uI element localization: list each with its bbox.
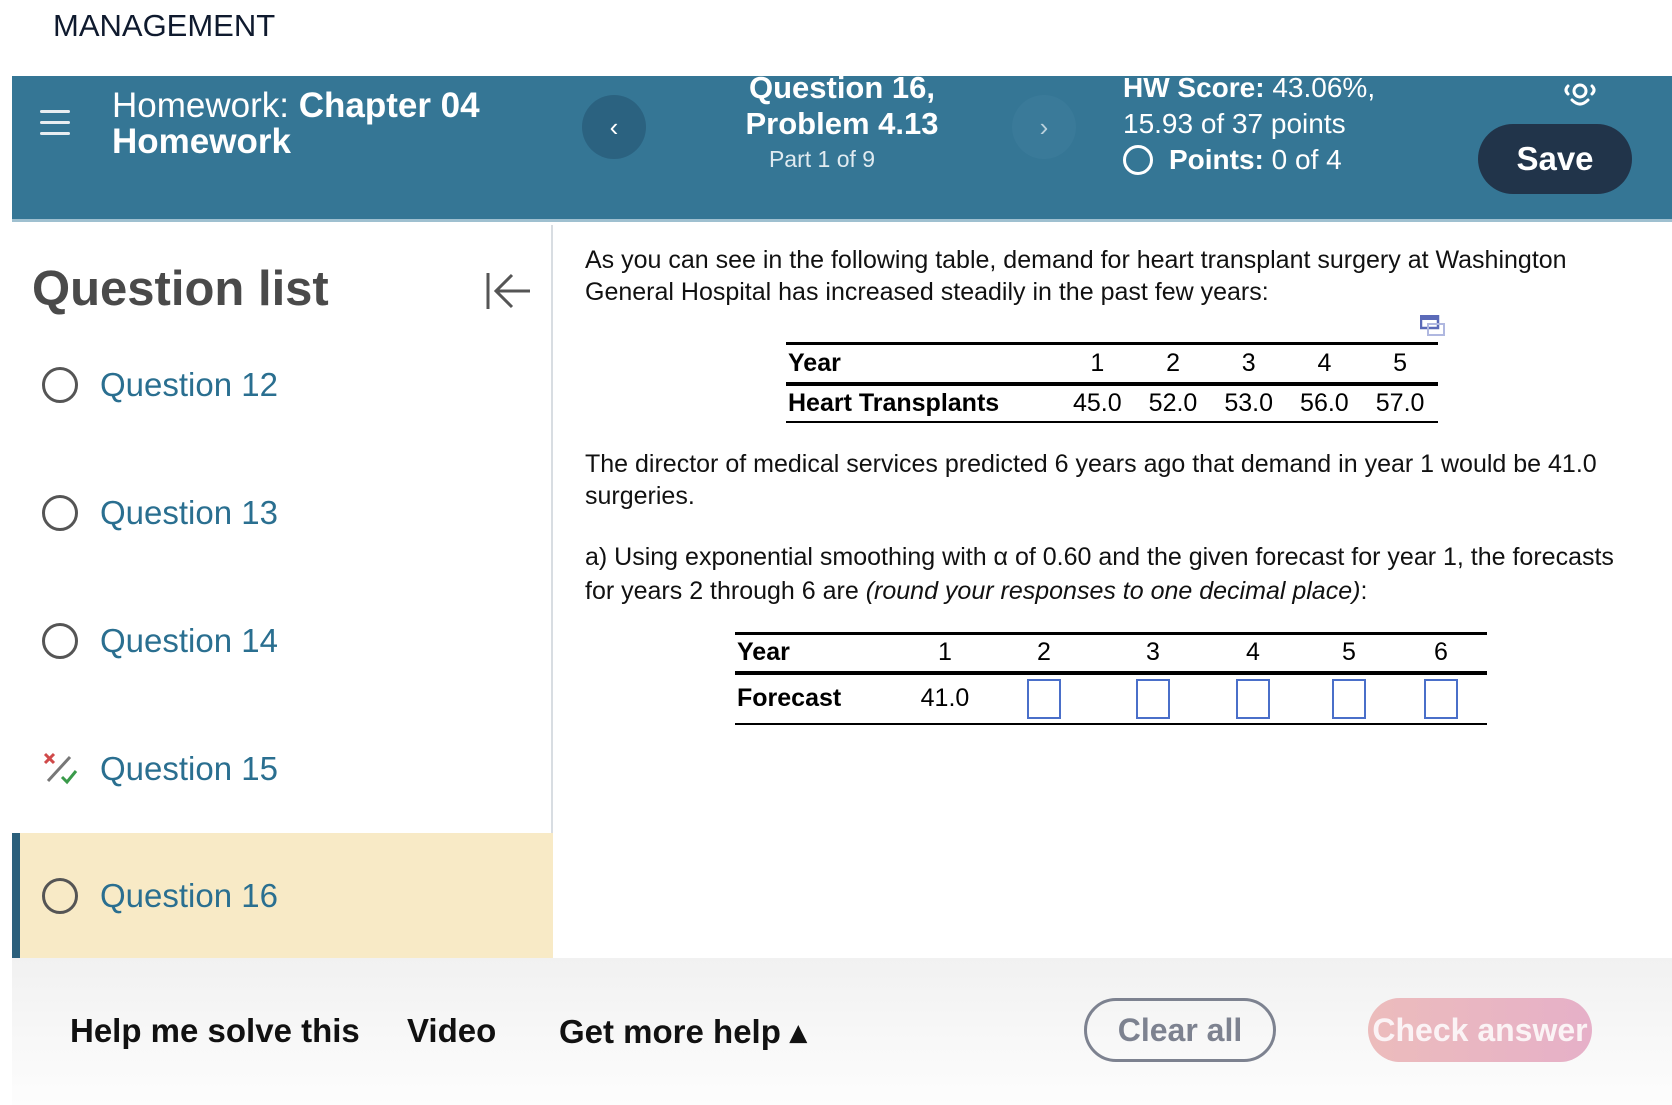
question-label: Question 14	[100, 622, 278, 659]
not-attempted-icon	[42, 495, 78, 531]
question-list-item-15[interactable]: Question 15	[12, 705, 553, 833]
year-cell: 3	[1146, 638, 1160, 667]
forecast-year1-value: 41.0	[920, 684, 970, 712]
points-status-icon	[1123, 145, 1153, 175]
year-cell: 2	[1166, 348, 1180, 377]
problem-number: Problem 4.13	[745, 106, 939, 141]
demand-value: 53.0	[1224, 388, 1274, 417]
clear-all-button[interactable]: Clear all	[1084, 998, 1276, 1062]
question-list-title: Question list	[32, 262, 329, 316]
homework-title: Homework: Chapter 04 Homework	[112, 88, 480, 160]
demand-value: 57.0	[1375, 388, 1425, 417]
settings-gear-icon[interactable]	[1562, 78, 1598, 108]
action-footer: Help me solve this Video Get more help ▴…	[12, 958, 1672, 1105]
year-header: Year	[788, 348, 841, 377]
year-cell: 5	[1393, 348, 1408, 377]
rounding-instruction: (round your responses to one decimal pla…	[865, 577, 1361, 605]
demand-value: 56.0	[1300, 388, 1349, 417]
table-row: Heart Transplants 45.0 52.0 53.0 56.0 57…	[786, 384, 1438, 422]
demand-value: 52.0	[1148, 388, 1198, 417]
question-label: Question 15	[100, 750, 278, 787]
question-intro: As you can see in the following table, d…	[585, 246, 1567, 306]
points-label: Points:	[1169, 144, 1264, 175]
hw-score-value: 43.06%,	[1272, 72, 1376, 103]
demand-value: 45.0	[1072, 388, 1122, 417]
question-list-item-13[interactable]: Question 13	[12, 449, 553, 577]
save-button[interactable]: Save	[1478, 124, 1632, 194]
help-me-solve-this-link[interactable]: Help me solve this	[70, 1012, 360, 1050]
year-cell: 6	[1434, 638, 1448, 667]
year-cell: 5	[1342, 638, 1356, 667]
year-cell: 1	[1090, 348, 1105, 377]
year-header: Year	[737, 638, 790, 667]
homework-prefix: Homework:	[112, 86, 289, 125]
question-label: Question 12	[100, 366, 278, 403]
not-attempted-icon	[42, 877, 78, 914]
forecast-table: Year 1 2 3 4 5 6 Forecast 41.0	[735, 632, 1487, 725]
video-link[interactable]: Video	[407, 1012, 496, 1050]
forecast-input-year-2[interactable]	[1027, 678, 1061, 719]
forecast-input-year-6[interactable]	[1424, 678, 1458, 719]
score-panel: HW Score: 43.06%, 15.93 of 37 points Poi…	[1123, 70, 1375, 178]
hw-points: 15.93 of 37 points	[1123, 108, 1346, 139]
year-cell: 4	[1246, 638, 1260, 667]
hw-score-label: HW Score:	[1123, 72, 1265, 103]
question-list-item-14[interactable]: Question 14	[12, 577, 553, 705]
course-label: MANAGEMENT	[53, 8, 276, 43]
question-title: Question 16, Problem 4.13	[692, 70, 992, 142]
previous-question-button[interactable]: ‹	[582, 95, 646, 159]
partially-correct-icon	[43, 752, 78, 785]
points-value: 0 of 4	[1271, 144, 1342, 175]
part-a-end: :	[1360, 577, 1368, 605]
chevron-right-icon: ›	[1039, 111, 1049, 142]
year-cell: 1	[938, 638, 952, 667]
forecast-input-year-4[interactable]	[1236, 678, 1270, 719]
question-label: Question 16	[100, 876, 278, 914]
homework-name-line1: Chapter 04	[298, 86, 480, 125]
homework-header: Homework: Chapter 04 Homework ‹ Question…	[12, 70, 1672, 222]
question-list-item-16[interactable]: Question 16	[12, 833, 553, 958]
get-more-help-menu[interactable]: Get more help ▴	[559, 1012, 807, 1051]
part-indicator: Part 1 of 9	[768, 146, 876, 172]
collapse-panel-icon[interactable]	[482, 265, 534, 317]
table-row: Forecast 41.0	[735, 673, 1487, 724]
heart-transplants-label: Heart Transplants	[788, 388, 1000, 417]
question-list-panel: Question list Question 12 Question 13 Qu…	[12, 225, 553, 958]
not-attempted-icon	[42, 367, 78, 403]
question-label: Question 13	[100, 494, 278, 531]
part-a-prompt: a) Using exponential smoothing with α of…	[585, 540, 1645, 608]
question-number: Question 16,	[748, 70, 936, 105]
check-answer-button[interactable]: Check answer	[1368, 998, 1592, 1062]
year-cell: 3	[1241, 348, 1256, 377]
year-cell: 2	[1037, 638, 1051, 667]
director-prediction-text: The director of medical services predict…	[585, 450, 1597, 510]
forecast-input-year-3[interactable]	[1136, 678, 1170, 719]
year-cell: 4	[1317, 348, 1332, 377]
next-question-button[interactable]: ›	[1012, 95, 1076, 159]
forecast-input-year-5[interactable]	[1332, 678, 1366, 719]
popout-table-icon[interactable]	[1420, 315, 1446, 337]
homework-name-line2: Homework	[112, 122, 291, 161]
chevron-left-icon: ‹	[609, 111, 619, 142]
forecast-label: Forecast	[737, 684, 842, 712]
question-list-item-12[interactable]: Question 12	[12, 321, 553, 449]
not-attempted-icon	[42, 623, 78, 659]
menu-icon[interactable]	[40, 110, 70, 136]
demand-table: Year 1 2 3 4 5 Heart Transplants 45.0 52…	[786, 342, 1438, 423]
